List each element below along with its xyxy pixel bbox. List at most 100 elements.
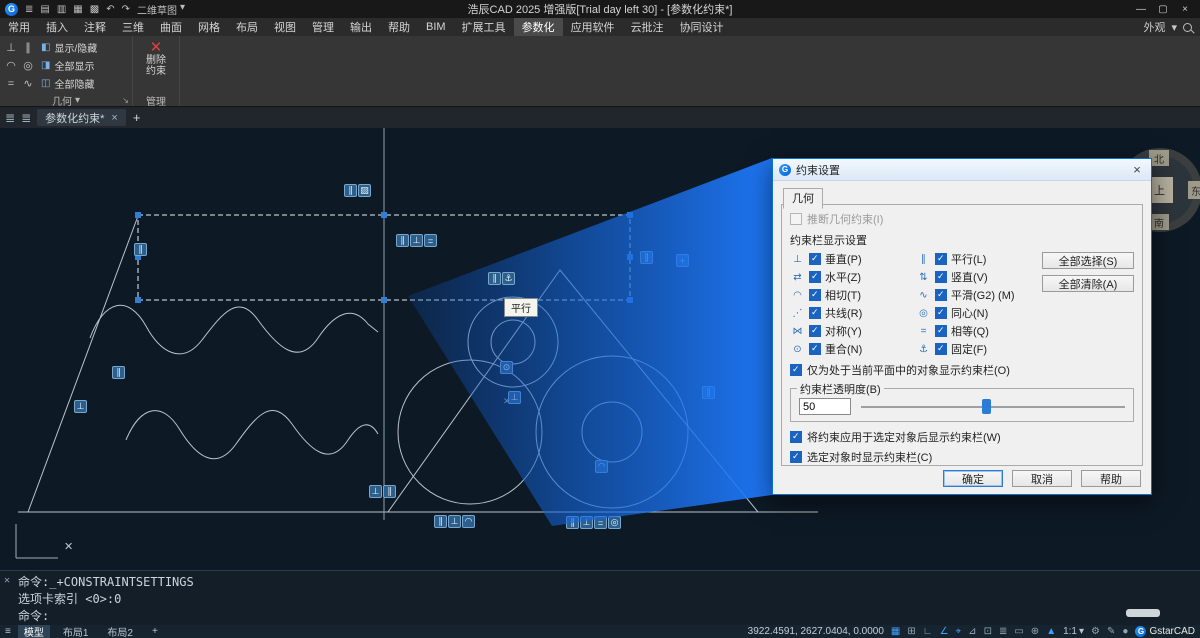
constraint-row[interactable]: ∿平滑(G2) (M)	[916, 286, 1042, 304]
compass-north[interactable]: 北	[1149, 150, 1169, 166]
save-icon[interactable]: ▦	[73, 4, 82, 15]
constraint-row[interactable]: ⚓固定(F)	[916, 340, 1042, 358]
search-icon[interactable]	[1183, 23, 1192, 32]
tab-sanwei[interactable]: 三维	[114, 18, 152, 36]
transparency-value-input[interactable]	[799, 398, 851, 415]
constraint-badge[interactable]: ∥	[112, 366, 125, 379]
layout2-tab[interactable]: 布局2	[101, 625, 139, 638]
parallel-tool-icon[interactable]: ∥	[20, 39, 36, 56]
notification-icon[interactable]: ●	[1122, 626, 1128, 637]
tab-yingyongruanjian[interactable]: 应用软件	[563, 18, 623, 36]
geometry-panel-footer[interactable]: 几何 ▾ ↘	[0, 94, 133, 106]
app-logo-icon[interactable]: G	[5, 3, 18, 16]
concentric-tool-icon[interactable]: ◎	[20, 57, 36, 74]
tab-buju[interactable]: 布局	[228, 18, 266, 36]
tangent-tool-icon[interactable]: ◠	[3, 57, 19, 74]
ok-button[interactable]: 确定	[943, 470, 1003, 487]
slider-thumb[interactable]	[982, 399, 991, 414]
constraint-badge[interactable]: ⊙	[500, 361, 513, 374]
coincident-checkbox[interactable]	[809, 343, 821, 355]
tab-canshuhua[interactable]: 参数化	[514, 18, 563, 36]
fix-checkbox[interactable]	[935, 343, 947, 355]
show-on-select-checkbox[interactable]	[790, 451, 802, 463]
gear-icon[interactable]: ⚙	[1091, 626, 1100, 637]
constraint-row[interactable]: ⋰共线(R)	[790, 304, 916, 322]
equal-tool-icon[interactable]: =	[3, 75, 19, 92]
spline-entity[interactable]	[126, 411, 378, 459]
tab-qumian[interactable]: 曲面	[152, 18, 190, 36]
workspace-switcher[interactable]: 二维草图 ▾	[137, 2, 185, 17]
pen-icon[interactable]: ✎	[1107, 626, 1115, 637]
grid-toggle-icon[interactable]: ▦	[891, 626, 900, 637]
dialog-launcher-icon[interactable]: ↘	[122, 96, 129, 105]
tab-shuchu[interactable]: 输出	[342, 18, 380, 36]
constraint-row[interactable]: ∥平行(L)	[916, 250, 1042, 268]
plane-only-row[interactable]: 仅为处于当前平面中的对象显示约束栏(O)	[790, 362, 1134, 378]
select-all-button[interactable]: 全部选择(S)	[1042, 252, 1134, 269]
concentric-checkbox[interactable]	[935, 307, 947, 319]
spline-entity[interactable]	[90, 305, 378, 354]
new-tab-button[interactable]: +	[133, 110, 141, 125]
circle-entity[interactable]	[582, 402, 642, 462]
add-layout-button[interactable]: +	[146, 625, 164, 638]
perpendicular-tool-icon[interactable]: ⊥	[3, 39, 19, 56]
constraint-row[interactable]: ⊥垂直(P)	[790, 250, 916, 268]
compass-south[interactable]: 南	[1149, 214, 1169, 230]
tab-geometry[interactable]: 几何	[783, 188, 823, 209]
delete-constraint-button[interactable]: ✕ 删除 约束	[133, 36, 180, 94]
command-scrollbar[interactable]	[1126, 609, 1160, 617]
tab-wangge[interactable]: 网格	[190, 18, 228, 36]
otrack-toggle-icon[interactable]: ⊿	[968, 626, 976, 637]
tab-bangzhu[interactable]: 帮助	[380, 18, 418, 36]
transparency-toggle-icon[interactable]: ▭	[1014, 626, 1023, 637]
collinear-checkbox[interactable]	[809, 307, 821, 319]
symmetric-checkbox[interactable]	[809, 325, 821, 337]
close-button[interactable]: ×	[1175, 2, 1195, 16]
constraint-row[interactable]: ⇄水平(Z)	[790, 268, 916, 286]
smooth-checkbox[interactable]	[935, 289, 947, 301]
ortho-toggle-icon[interactable]: ∟	[923, 626, 933, 637]
constraint-row[interactable]: ⋈对称(Y)	[790, 322, 916, 340]
maximize-button[interactable]: ▢	[1153, 2, 1173, 16]
print-icon[interactable]: ▩	[90, 4, 99, 15]
osnap-toggle-icon[interactable]: ⌖	[956, 626, 962, 637]
tab-charu[interactable]: 插入	[38, 18, 76, 36]
constraint-row[interactable]: ◎同心(N)	[916, 304, 1042, 322]
polar-toggle-icon[interactable]: ∠	[940, 626, 949, 637]
tab-kuozhangongju[interactable]: 扩展工具	[454, 18, 514, 36]
dialog-close-icon[interactable]: ×	[1129, 162, 1145, 177]
perpendicular-checkbox[interactable]	[809, 253, 821, 265]
clear-all-button[interactable]: 全部清除(A)	[1042, 275, 1134, 292]
tangent-checkbox[interactable]	[809, 289, 821, 301]
hide-all-button[interactable]: ◫ 全部隐藏	[39, 75, 99, 92]
close-command-panel-icon[interactable]: ✕	[4, 575, 10, 586]
document-tab[interactable]: 参数化约束* ×	[37, 109, 126, 126]
status-menu-icon[interactable]: ≡	[5, 626, 11, 637]
constraint-row[interactable]: =相等(Q)	[916, 322, 1042, 340]
tab-changyong[interactable]: 常用	[0, 18, 38, 36]
dynamic-input-icon[interactable]: ⊡	[984, 626, 992, 637]
menu-icon[interactable]: ≣	[25, 4, 33, 15]
compass-east[interactable]: 东	[1188, 181, 1200, 199]
infer-constraints-row[interactable]: 推断几何约束(I)	[790, 211, 1134, 227]
constraint-badge[interactable]: ⊥	[74, 400, 87, 413]
minimize-button[interactable]: —	[1131, 2, 1151, 16]
help-button[interactable]: 帮助	[1081, 470, 1141, 487]
dialog-titlebar[interactable]: G 约束设置 ×	[773, 159, 1151, 181]
smooth-tool-icon[interactable]: ∿	[20, 75, 36, 92]
tab-yunpizhu[interactable]: 云批注	[623, 18, 672, 36]
tab-shitu[interactable]: 视图	[266, 18, 304, 36]
close-tab-icon[interactable]: ×	[111, 112, 117, 124]
show-after-apply-row[interactable]: 将约束应用于选定对象后显示约束栏(W)	[790, 429, 1134, 445]
selection-cycling-icon[interactable]: ⊕	[1031, 626, 1039, 637]
tab-guanli[interactable]: 管理	[304, 18, 342, 36]
constraint-badge[interactable]: ⊥	[508, 391, 521, 404]
lineweight-toggle-icon[interactable]: ≣	[999, 626, 1007, 637]
appearance-dropdown[interactable]: 外观	[1143, 19, 1165, 35]
equal-checkbox[interactable]	[935, 325, 947, 337]
constraint-badge[interactable]: ◠	[595, 460, 608, 473]
tab-zhushi[interactable]: 注释	[76, 18, 114, 36]
model-tab[interactable]: 模型	[18, 625, 50, 638]
constraint-badge[interactable]: ∥⚓	[488, 272, 515, 285]
tab-menu-icon[interactable]: ≣	[21, 111, 31, 125]
